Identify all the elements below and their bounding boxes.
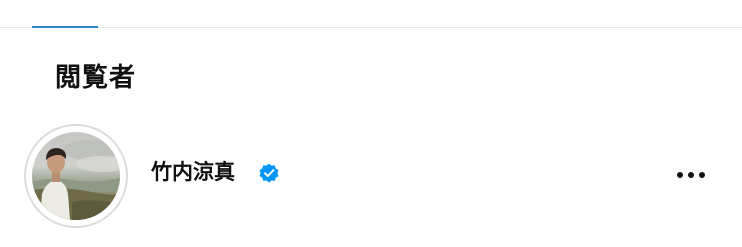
tab-strip (0, 0, 742, 28)
avatar-ring[interactable] (24, 124, 128, 228)
viewer-username[interactable]: 竹内涼真 (151, 157, 235, 187)
active-tab-indicator (32, 26, 98, 28)
verified-badge-icon (259, 163, 279, 183)
more-options-button[interactable] (666, 160, 716, 190)
avatar-photo-icon (32, 140, 120, 220)
more-dot-icon (699, 172, 705, 178)
avatar[interactable] (32, 132, 120, 220)
more-dot-icon (677, 172, 683, 178)
more-dot-icon (688, 172, 694, 178)
viewer-list-item[interactable]: 竹内涼真 (0, 120, 742, 232)
section-title: 閲覧者 (55, 63, 137, 93)
